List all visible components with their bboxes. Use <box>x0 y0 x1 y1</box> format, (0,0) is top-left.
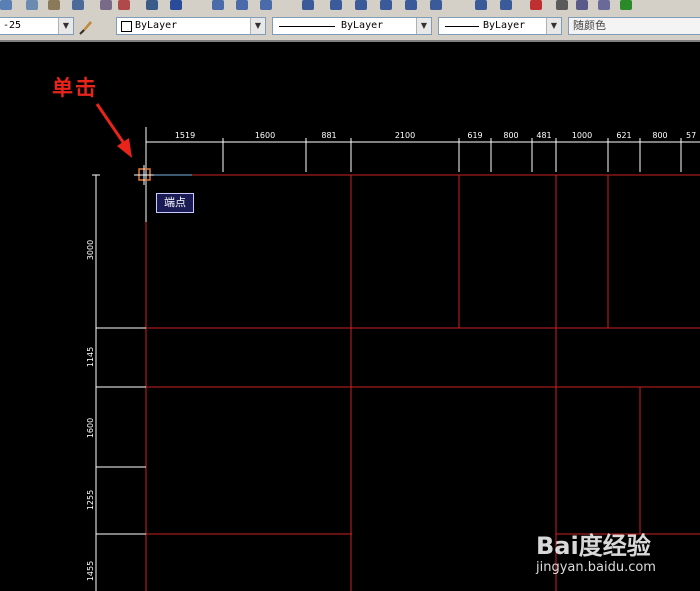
dim-label: 57 <box>686 131 696 140</box>
dim-label: 481 <box>536 131 551 140</box>
watermark-url: jingyan.baidu.com <box>536 560 656 575</box>
dim-label: 1255 <box>86 490 95 510</box>
left-dim-labels: 3000 1145 1600 1255 1455 <box>86 240 95 581</box>
dim-label: 800 <box>503 131 518 140</box>
baidu-logo: Bai度经验 <box>536 532 651 560</box>
dim-label: 1600 <box>86 418 95 438</box>
dim-label: 621 <box>616 131 631 140</box>
dim-label: 881 <box>321 131 336 140</box>
drawing-svg: 1519 1600 881 2100 619 800 481 1000 621 … <box>86 103 700 591</box>
top-dim-labels: 1519 1600 881 2100 619 800 481 1000 621 … <box>175 131 696 140</box>
snap-tooltip: 端点 <box>156 193 194 213</box>
dim-label: 1600 <box>255 131 275 140</box>
dim-label: 1519 <box>175 131 195 140</box>
left-dimension <box>92 174 146 591</box>
dim-label: 800 <box>652 131 667 140</box>
click-annotation: 单击 <box>52 75 98 100</box>
dim-label: 1145 <box>86 347 95 367</box>
baidu-watermark: Bai度经验 jingyan.baidu.com <box>536 514 696 590</box>
dim-label: 3000 <box>86 240 95 260</box>
dim-label: 1455 <box>86 561 95 581</box>
dim-label: 619 <box>467 131 482 140</box>
dim-label: 2100 <box>395 131 415 140</box>
annotation-arrow <box>95 103 132 158</box>
dim-label: 1000 <box>572 131 592 140</box>
